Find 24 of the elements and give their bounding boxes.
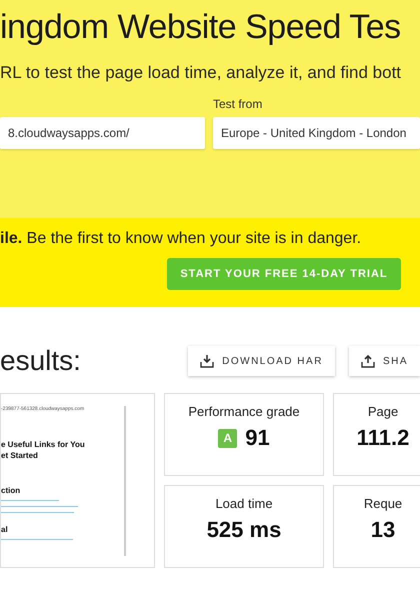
page-title: ingdom Website Speed Tes (0, 8, 402, 47)
grade-badge: A (218, 428, 238, 448)
page-subtitle: RL to test the page load time, analyze it, and find bott (0, 63, 402, 83)
results-title: esults: (0, 345, 82, 377)
download-button[interactable]: DOWNLOAD HAR (188, 346, 335, 376)
field-label: Test from (213, 97, 264, 111)
share-button[interactable]: SHA (348, 346, 420, 376)
preview-section: ction (1, 486, 154, 495)
preview-heading: et Started (1, 451, 39, 460)
metric-value: 525 ms (206, 517, 282, 543)
upload-icon (360, 354, 375, 368)
preview-heading: e Useful Links for You (1, 440, 86, 449)
download-icon (200, 354, 214, 368)
metric-label: Performance grade (188, 404, 300, 419)
metric-label: Load time (215, 496, 273, 511)
location-field[interactable]: Europe - United Kingdom - London (213, 117, 420, 149)
metric-label: Page (368, 404, 398, 419)
preview-section: al (1, 525, 154, 534)
banner-text: ile. Be the first to know when your site is in danger. (0, 230, 362, 248)
metric-value: 111.2 (356, 425, 410, 451)
metric-value: 13 (370, 517, 396, 543)
metric-label: Reque (364, 496, 402, 511)
metric-value: 91 (245, 425, 270, 451)
url-field[interactable]: 8.cloudwaysapps.com/ (0, 117, 205, 149)
